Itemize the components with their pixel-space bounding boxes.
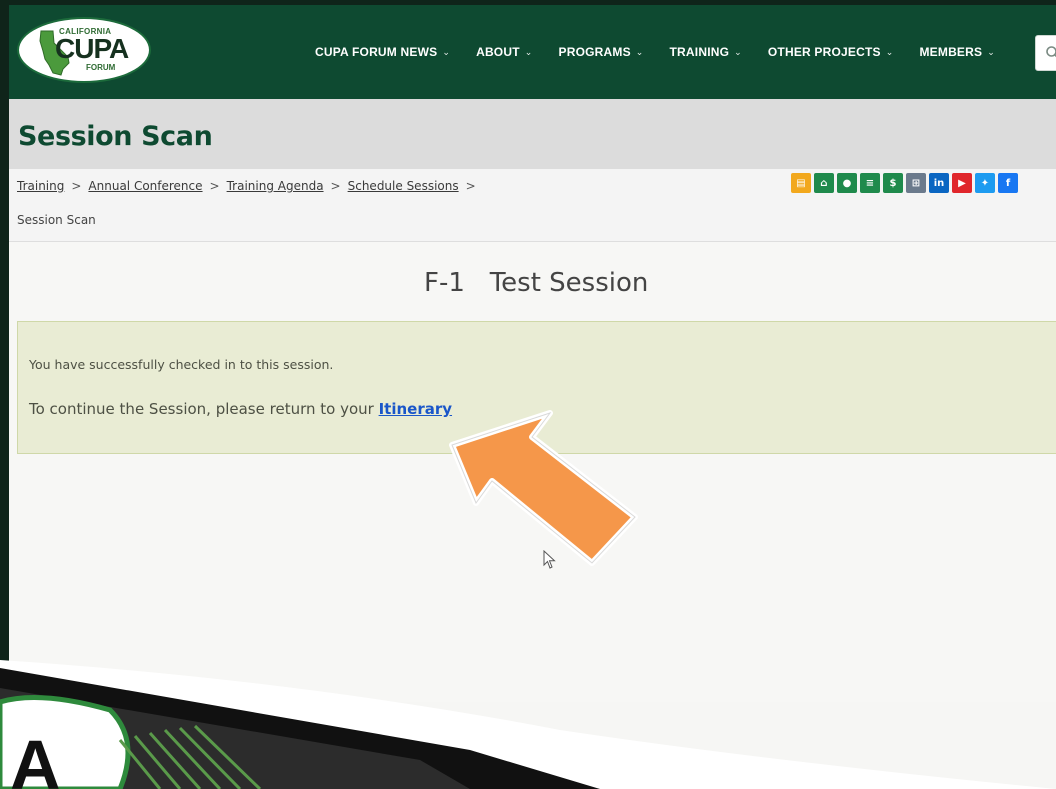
return-message: To continue the Session, please return t…	[29, 400, 452, 418]
nav-members[interactable]: MEMBERS ⌄	[919, 45, 995, 59]
browser-viewport: CALIFORNIA CUPA FORUM CUPA FORUM NEWS ⌄ …	[0, 0, 1056, 789]
chevron-down-icon: ⌄	[987, 46, 995, 57]
chevron-down-icon: ⌄	[885, 46, 894, 57]
chevron-down-icon: ⌄	[524, 46, 533, 57]
logo-main-text: CUPA	[55, 33, 129, 64]
twitter-icon[interactable]: ✦	[975, 173, 995, 193]
page-title-band: Session Scan	[9, 99, 1056, 169]
session-heading: F-1 Test Session	[424, 268, 648, 298]
search-icon	[1046, 46, 1056, 58]
search-button[interactable]	[1035, 35, 1056, 71]
breadcrumb-separator: >	[71, 179, 82, 193]
chevron-down-icon: ⌄	[734, 46, 742, 57]
home-icon[interactable]: ⌂	[814, 173, 834, 193]
orange-arrow-icon	[449, 410, 638, 566]
checkin-success-message: You have successfully checked in to this…	[29, 357, 334, 372]
breadcrumb-separator: >	[330, 179, 341, 193]
return-message-text: To continue the Session, please return t…	[29, 400, 379, 418]
breadcrumb-current: Session Scan	[17, 213, 96, 227]
session-name: Test Session	[489, 268, 649, 298]
decorative-swoosh: A	[0, 660, 1056, 789]
nav-programs[interactable]: PROGRAMS ⌄	[559, 45, 644, 59]
breadcrumb-training[interactable]: Training	[17, 179, 64, 193]
main-nav: CUPA FORUM NEWS ⌄ ABOUT ⌄ PROGRAMS ⌄ TRA…	[315, 45, 995, 59]
site-header: CALIFORNIA CUPA FORUM CUPA FORUM NEWS ⌄ …	[9, 5, 1056, 99]
chevron-down-icon: ⌄	[442, 46, 451, 57]
nav-about[interactable]: ABOUT ⌄	[476, 45, 532, 59]
newspaper-icon[interactable]: ▤	[791, 173, 811, 193]
breadcrumb-separator: >	[209, 179, 220, 193]
nav-label: CUPA FORUM NEWS	[315, 45, 438, 59]
user-icon[interactable]: ●	[837, 173, 857, 193]
nav-label: TRAINING	[669, 45, 730, 59]
nav-other-projects[interactable]: OTHER PROJECTS ⌄	[768, 45, 894, 59]
breadcrumb-schedule-sessions[interactable]: Schedule Sessions	[348, 179, 459, 193]
cupa-forum-logo[interactable]: CALIFORNIA CUPA FORUM	[17, 17, 151, 83]
facebook-icon[interactable]: f	[998, 173, 1018, 193]
nav-label: OTHER PROJECTS	[767, 45, 881, 59]
cart-icon[interactable]: ⊞	[906, 173, 926, 193]
linkedin-icon[interactable]: in	[929, 173, 949, 193]
breadcrumb-training-agenda[interactable]: Training Agenda	[227, 179, 324, 193]
chevron-down-icon: ⌄	[635, 46, 644, 57]
session-code: F-1	[424, 268, 465, 298]
dollar-icon[interactable]: $	[883, 173, 903, 193]
nav-label: PROGRAMS	[558, 45, 631, 59]
youtube-icon[interactable]: ▶	[952, 173, 972, 193]
breadcrumb-bar: Training > Annual Conference > Training …	[9, 169, 1056, 242]
left-bezel	[0, 0, 9, 700]
list-icon[interactable]: ≡	[860, 173, 880, 193]
nav-label: ABOUT	[476, 45, 520, 59]
mouse-cursor-icon	[543, 550, 556, 569]
svg-text:A: A	[10, 726, 61, 789]
page-title: Session Scan	[18, 121, 213, 152]
nav-cupa-forum-news[interactable]: CUPA FORUM NEWS ⌄	[315, 45, 450, 59]
nav-training[interactable]: TRAINING ⌄	[670, 45, 742, 59]
breadcrumb: Training > Annual Conference > Training …	[17, 179, 476, 193]
breadcrumb-separator: >	[465, 179, 476, 193]
social-icon-bar: ▤ ⌂ ● ≡ $ ⊞ in ▶ ✦ f	[791, 173, 1018, 193]
nav-label: MEMBERS	[919, 45, 983, 59]
logo-bottom-text: FORUM	[86, 63, 116, 72]
breadcrumb-annual-conference[interactable]: Annual Conference	[88, 179, 202, 193]
